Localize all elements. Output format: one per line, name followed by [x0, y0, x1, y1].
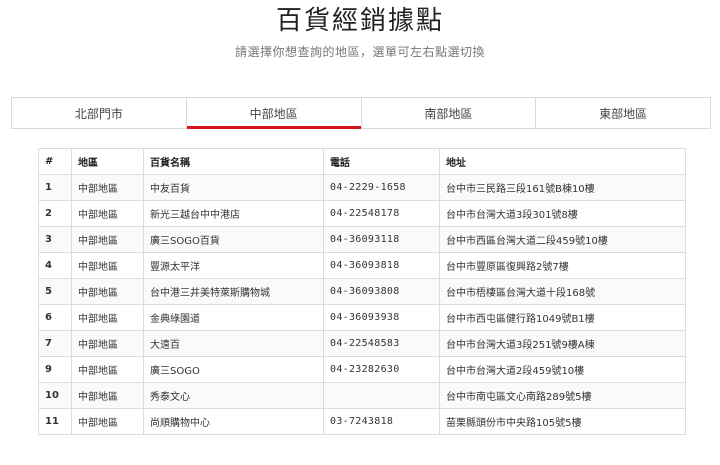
cell-address: 台中市豐原區復興路2號7樓	[439, 252, 686, 279]
cell-address: 台中市台灣大道3段301號8樓	[439, 200, 686, 227]
cell-store-name: 廣三SOGO百貨	[143, 226, 324, 253]
store-table: # 地區 百貨名稱 電話 地址 1 中部地區 中友百貨 04-2229-1658 台中市…	[38, 148, 686, 435]
table-row: 9 中部地區 廣三SOGO 04-23282630 台中市台灣大道2段459號10樓	[38, 356, 686, 383]
column-header-region: 地區	[71, 148, 144, 175]
table-row: 10 中部地區 秀泰文心 台中市南屯區文心南路289號5樓	[38, 382, 686, 409]
cell-region: 中部地區	[71, 200, 144, 227]
cell-store-name: 大遠百	[143, 330, 324, 357]
cell-phone: 03-7243818	[323, 408, 440, 435]
region-tabs: 北部門市 中部地區 南部地區 東部地區	[11, 97, 711, 129]
cell-phone: 04-36093808	[323, 278, 440, 305]
table-header-row: # 地區 百貨名稱 電話 地址	[38, 148, 686, 175]
table-row: 5 中部地區 台中港三井美特萊斯購物城 04-36093808 台中市梧棲區台灣大道十段…	[38, 278, 686, 305]
cell-number: 5	[38, 278, 72, 305]
tab-north[interactable]: 北部門市	[12, 98, 187, 128]
cell-phone: 04-22548178	[323, 200, 440, 227]
cell-number: 4	[38, 252, 72, 279]
cell-number: 11	[38, 408, 72, 435]
cell-region: 中部地區	[71, 174, 144, 201]
table-row: 4 中部地區 豐源太平洋 04-36093818 台中市豐原區復興路2號7樓	[38, 252, 686, 279]
cell-number: 3	[38, 226, 72, 253]
cell-number: 2	[38, 200, 72, 227]
cell-phone: 04-36093818	[323, 252, 440, 279]
table-row: 11 中部地區 尚順購物中心 03-7243818 苗栗縣頭份市中央路105號5樓	[38, 408, 686, 435]
cell-address: 台中市南屯區文心南路289號5樓	[439, 382, 686, 409]
table-row: 7 中部地區 大遠百 04-22548583 台中市台灣大道3段251號9樓A棟	[38, 330, 686, 357]
column-header-address: 地址	[439, 148, 686, 175]
cell-address: 台中市台灣大道2段459號10樓	[439, 356, 686, 383]
column-header-number: #	[38, 148, 72, 175]
tab-central[interactable]: 中部地區	[186, 98, 362, 129]
cell-store-name: 台中港三井美特萊斯購物城	[143, 278, 324, 305]
cell-address: 台中市三民路三段161號B棟10樓	[439, 174, 686, 201]
cell-number: 6	[38, 304, 72, 331]
cell-region: 中部地區	[71, 304, 144, 331]
cell-phone: 04-22548583	[323, 330, 440, 357]
cell-region: 中部地區	[71, 226, 144, 253]
cell-store-name: 豐源太平洋	[143, 252, 324, 279]
cell-store-name: 廣三SOGO	[143, 356, 324, 383]
table-body: 1 中部地區 中友百貨 04-2229-1658 台中市三民路三段161號B棟10樓 2 中…	[38, 174, 686, 435]
cell-region: 中部地區	[71, 330, 144, 357]
page-subtitle: 請選擇你想查詢的地區，選單可左右點選切換	[234, 45, 485, 59]
cell-number: 10	[38, 382, 72, 409]
cell-region: 中部地區	[71, 356, 144, 383]
cell-region: 中部地區	[71, 408, 144, 435]
cell-region: 中部地區	[71, 252, 144, 279]
cell-store-name: 秀泰文心	[143, 382, 324, 409]
cell-phone: 04-23282630	[323, 356, 440, 383]
cell-store-name: 中友百貨	[143, 174, 324, 201]
cell-store-name: 金典綠園道	[143, 304, 324, 331]
column-header-name: 百貨名稱	[143, 148, 324, 175]
cell-number: 7	[38, 330, 72, 357]
tab-south[interactable]: 南部地區	[362, 98, 537, 128]
cell-address: 台中市梧棲區台灣大道十段168號	[439, 278, 686, 305]
cell-phone: 04-2229-1658	[323, 174, 440, 201]
cell-address: 台中市西屯區健行路1049號B1樓	[439, 304, 686, 331]
table-row: 3 中部地區 廣三SOGO百貨 04-36093118 台中市西區台灣大道二段459號1…	[38, 226, 686, 253]
cell-address: 苗栗縣頭份市中央路105號5樓	[439, 408, 686, 435]
page-title: 百貨經銷據點	[275, 6, 444, 36]
table-row: 2 中部地區 新光三越台中中港店 04-22548178 台中市台灣大道3段301號8樓	[38, 200, 686, 227]
table-row: 6 中部地區 金典綠園道 04-36093938 台中市西屯區健行路1049號B1樓	[38, 304, 686, 331]
cell-number: 1	[38, 174, 72, 201]
cell-phone: 04-36093938	[323, 304, 440, 331]
cell-phone	[323, 382, 440, 409]
cell-store-name: 新光三越台中中港店	[143, 200, 324, 227]
cell-address: 台中市西區台灣大道二段459號10樓	[439, 226, 686, 253]
cell-region: 中部地區	[71, 278, 144, 305]
column-header-phone: 電話	[323, 148, 440, 175]
cell-address: 台中市台灣大道3段251號9樓A棟	[439, 330, 686, 357]
cell-region: 中部地區	[71, 382, 144, 409]
table-row: 1 中部地區 中友百貨 04-2229-1658 台中市三民路三段161號B棟10樓	[38, 174, 686, 201]
cell-store-name: 尚順購物中心	[143, 408, 324, 435]
cell-phone: 04-36093118	[323, 226, 440, 253]
tab-east[interactable]: 東部地區	[536, 98, 710, 128]
cell-number: 9	[38, 356, 72, 383]
